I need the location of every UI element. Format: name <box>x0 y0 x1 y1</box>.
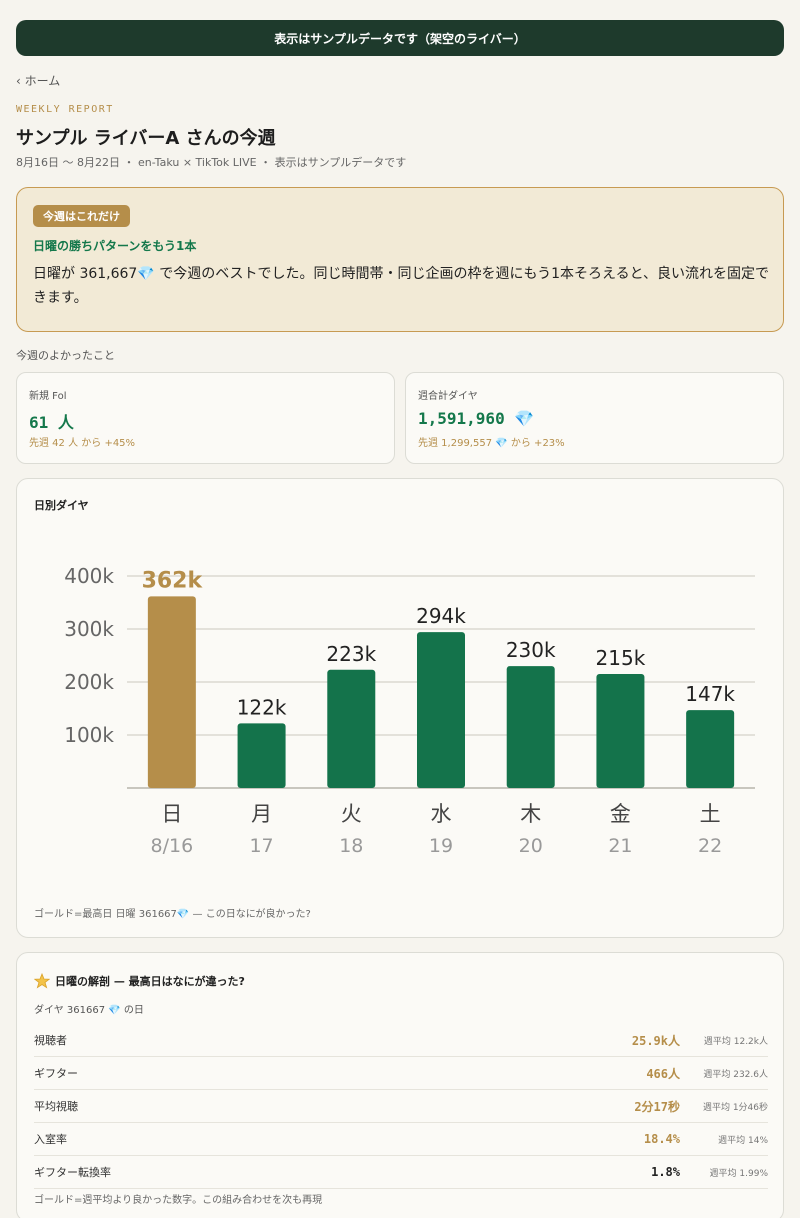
stat-value: 1,591,960 💎 <box>418 409 535 428</box>
x-date-label: 21 <box>608 835 632 857</box>
star-icon <box>34 973 50 989</box>
metric-weekly-average: 週平均 1分46秒 <box>702 1102 768 1113</box>
good-things-label: 今週のよかったこと <box>16 349 115 362</box>
best-day-subtitle: ダイヤ 361667 💎 の日 <box>34 1005 144 1016</box>
bar <box>327 669 376 788</box>
y-tick-label: 300k <box>64 617 114 641</box>
x-category-label: 金 <box>610 802 631 826</box>
metric-value: 466人 <box>646 1066 680 1081</box>
bar <box>417 632 465 788</box>
bar-value-label: 122k <box>237 695 287 719</box>
chart-note: ゴールド=最高日 日曜 361667💎 — この日なにが良かった? <box>34 909 311 920</box>
bar-value-label: 215k <box>596 646 646 670</box>
metric-label: 視聴者 <box>34 1034 67 1047</box>
page-subtitle: 8月16日 〜 8月22日 ・ en-Taku × TikTok LIVE ・ … <box>16 156 407 169</box>
metric-row: 入室率 18.4% 週平均 14% <box>34 1123 768 1156</box>
daily-diamonds-chart: 100k 200k 300k 400k 362k 日 8/16 122k 月 17 223k 火 18 2… <box>64 564 755 857</box>
x-date-label: 8/16 <box>151 835 194 857</box>
metric-value: 1.8% <box>651 1165 680 1179</box>
metric-row: 平均視聴 2分17秒 週平均 1分46秒 <box>34 1090 768 1123</box>
bar-value-label: 362k <box>142 568 204 593</box>
metric-row: ギフター 466人 週平均 232.6人 <box>34 1057 768 1090</box>
metric-label: ギフター転換率 <box>34 1166 111 1179</box>
metric-label: ギフター <box>34 1067 78 1080</box>
stat-label: 新規 Fol <box>29 391 67 402</box>
bar-value-label: 223k <box>326 642 376 666</box>
bar <box>686 710 735 788</box>
metric-value: 2分17秒 <box>634 1099 680 1114</box>
bar <box>506 666 555 788</box>
x-category-label: 火 <box>341 802 362 826</box>
bar <box>147 596 196 788</box>
x-category-label: 月 <box>251 802 272 826</box>
bar <box>237 723 286 788</box>
bar-value-label: 147k <box>685 682 735 706</box>
bar-value-label: 230k <box>506 638 556 662</box>
focus-body: 日曜が 361,667💎 で今週のベストでした。同じ時間帯・同じ企画の枠を週にも… <box>33 266 770 306</box>
back-home-link[interactable]: ‹ ホーム <box>16 72 60 89</box>
best-day-title: 日曜の解剖 — 最高日はなにが違った? <box>34 973 245 989</box>
weekly-focus-callout: 今週はこれだけ 日曜の勝ちパターンをもう1本 日曜が 361,667💎 で今週の… <box>16 187 784 332</box>
page-title: サンプル ライバーA さんの今週 <box>16 128 276 149</box>
weekly-diamonds-card: 週合計ダイヤ 1,591,960 💎 先週 1,299,557 💎 から +23… <box>405 372 784 464</box>
best-day-note: ゴールド=週平均より良かった数字。この組み合わせを次も再現 <box>34 1195 323 1206</box>
daily-diamonds-chart-card: 日別ダイヤ 100k 200k 300k 400k 362k 日 8/16 122k 月 17 22… <box>16 478 784 938</box>
x-date-label: 20 <box>519 835 543 857</box>
metric-weekly-average: 週平均 14% <box>718 1135 768 1146</box>
y-tick-label: 100k <box>64 723 114 747</box>
metric-weekly-average: 週平均 12.2k人 <box>703 1036 768 1047</box>
report-eyebrow: WEEKLY REPORT <box>16 104 114 115</box>
metric-label: 入室率 <box>34 1133 67 1146</box>
stat-delta: 先週 42 人 から +45% <box>29 438 136 449</box>
x-category-label: 木 <box>520 802 541 826</box>
new-followers-card: 新規 Fol 61 人 先週 42 人 から +45% <box>16 372 395 464</box>
x-category-label: 水 <box>431 802 452 826</box>
stat-delta: 先週 1,299,557 💎 から +23% <box>418 438 565 449</box>
y-tick-label: 400k <box>64 564 114 588</box>
metric-value: 25.9k人 <box>631 1033 680 1048</box>
best-day-title-text: 日曜の解剖 — 最高日はなにが違った? <box>55 975 245 988</box>
y-tick-label: 200k <box>64 670 114 694</box>
x-date-label: 17 <box>249 835 273 857</box>
best-day-analysis-card: 日曜の解剖 — 最高日はなにが違った? ダイヤ 361667 💎 の日 視聴者 2… <box>16 952 784 1218</box>
metric-row: ギフター転換率 1.8% 週平均 1.99% <box>34 1156 768 1189</box>
bar-value-label: 294k <box>416 604 466 628</box>
stat-value: 61 人 <box>29 413 74 432</box>
metric-weekly-average: 週平均 1.99% <box>709 1168 768 1179</box>
x-date-label: 22 <box>698 835 722 857</box>
stat-label: 週合計ダイヤ <box>418 391 478 402</box>
metric-row: 視聴者 25.9k人 週平均 12.2k人 <box>34 1024 768 1057</box>
metric-weekly-average: 週平均 232.6人 <box>703 1069 768 1080</box>
x-date-label: 18 <box>339 835 363 857</box>
x-category-label: 土 <box>700 802 721 826</box>
focus-headline: 日曜の勝ちパターンをもう1本 <box>33 239 197 253</box>
metric-label: 平均視聴 <box>34 1100 78 1113</box>
sample-data-banner: 表示はサンプルデータです（架空のライバー） <box>16 20 784 56</box>
focus-badge: 今週はこれだけ <box>33 205 130 227</box>
bar <box>596 674 645 788</box>
metric-value: 18.4% <box>643 1132 680 1146</box>
x-category-label: 日 <box>161 802 182 826</box>
x-date-label: 19 <box>429 835 453 857</box>
